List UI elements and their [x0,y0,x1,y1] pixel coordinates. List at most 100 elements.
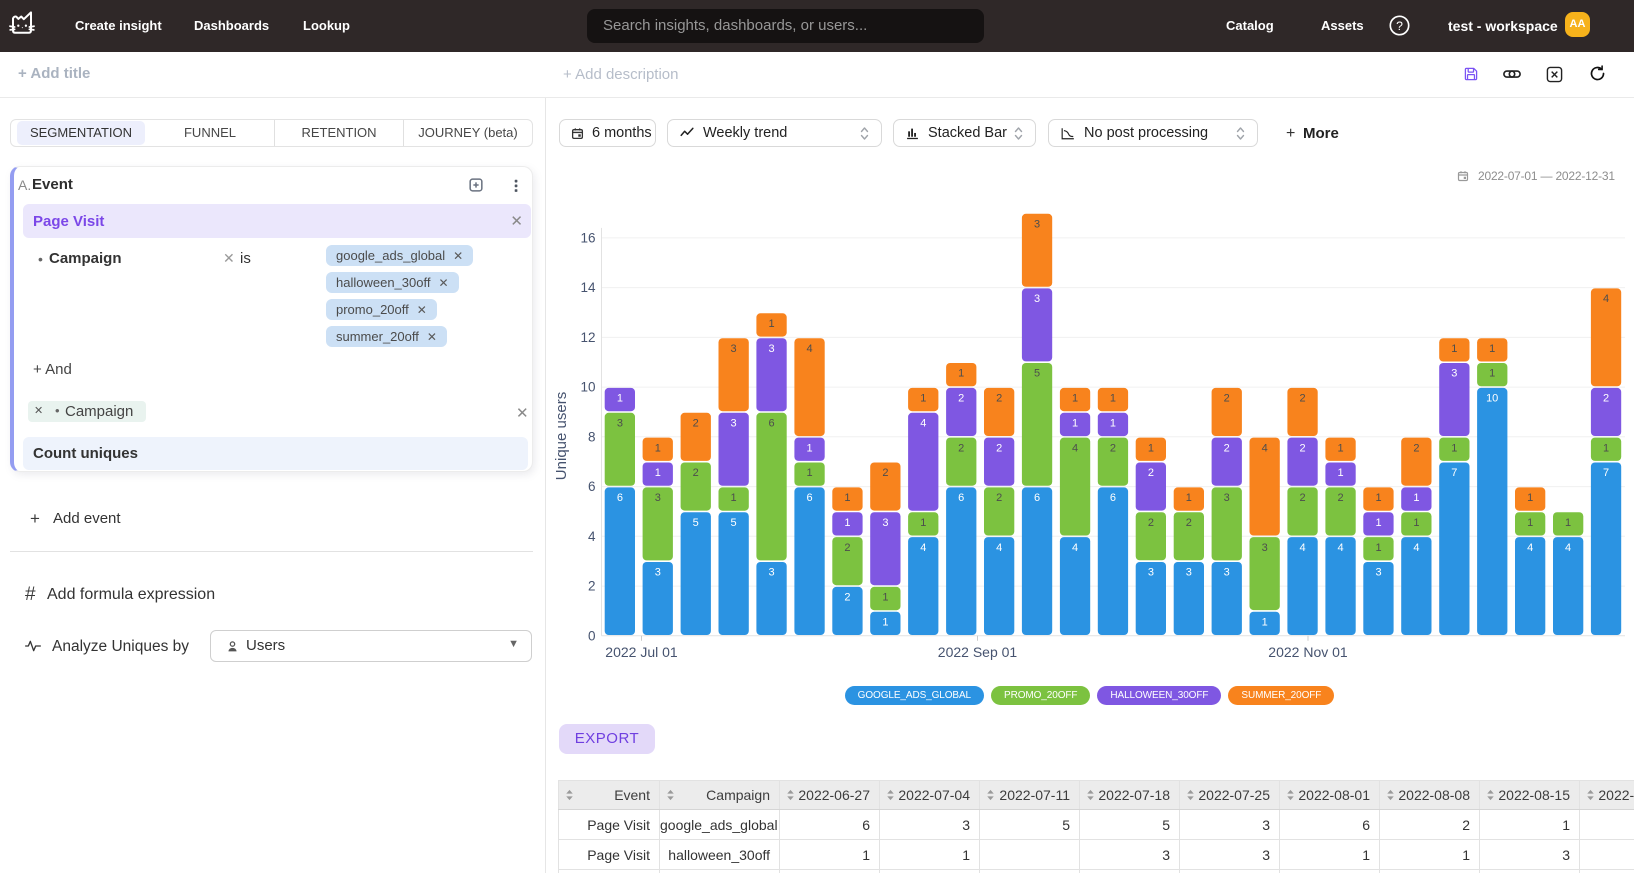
svg-text:2: 2 [958,393,964,405]
svg-text:6: 6 [806,492,812,504]
svg-text:4: 4 [1072,442,1078,454]
svg-text:7: 7 [1603,467,1609,479]
svg-text:2: 2 [588,579,596,594]
svg-text:4: 4 [1072,542,1078,554]
svg-text:1: 1 [1337,442,1343,454]
svg-text:2: 2 [1603,393,1609,405]
svg-text:4: 4 [996,542,1002,554]
svg-text:3: 3 [1262,542,1268,554]
svg-text:6: 6 [617,492,623,504]
svg-text:3: 3 [1034,293,1040,305]
svg-text:2: 2 [958,442,964,454]
svg-text:2: 2 [1224,393,1230,405]
svg-text:1: 1 [1186,492,1192,504]
svg-text:2: 2 [1300,393,1306,405]
svg-text:1: 1 [1110,418,1116,430]
svg-text:Unique users: Unique users [553,392,570,480]
svg-text:3: 3 [731,343,737,355]
svg-text:3: 3 [655,567,661,579]
svg-text:4: 4 [1565,542,1571,554]
svg-text:2: 2 [1413,442,1419,454]
svg-text:1: 1 [1110,393,1116,405]
svg-text:4: 4 [806,343,812,355]
svg-text:2: 2 [882,467,888,479]
svg-text:2: 2 [1300,492,1306,504]
svg-text:16: 16 [580,230,595,245]
svg-text:1: 1 [1527,492,1533,504]
svg-text:4: 4 [920,418,926,430]
svg-text:1: 1 [958,368,964,380]
svg-text:2: 2 [844,592,850,604]
svg-text:2: 2 [693,418,699,430]
svg-text:2: 2 [844,542,850,554]
svg-text:14: 14 [580,280,596,295]
svg-text:?: ? [1396,19,1403,33]
svg-text:5: 5 [693,517,699,529]
svg-text:5: 5 [1034,368,1040,380]
svg-text:3: 3 [617,418,623,430]
svg-text:1: 1 [1262,616,1268,628]
svg-text:3: 3 [1224,492,1230,504]
svg-text:1: 1 [844,517,850,529]
svg-text:1: 1 [655,467,661,479]
svg-text:3: 3 [882,517,888,529]
svg-text:3: 3 [1186,567,1192,579]
svg-text:1: 1 [806,467,812,479]
svg-text:3: 3 [769,343,775,355]
svg-text:1: 1 [1148,442,1154,454]
svg-text:1: 1 [1413,517,1419,529]
svg-text:2: 2 [996,442,1002,454]
svg-text:2: 2 [996,393,1002,405]
svg-text:5: 5 [731,517,737,529]
svg-text:1: 1 [1375,492,1381,504]
svg-text:3: 3 [1375,567,1381,579]
svg-text:1: 1 [769,318,775,330]
svg-text:2: 2 [1186,517,1192,529]
svg-text:3: 3 [731,418,737,430]
svg-text:2: 2 [1224,442,1230,454]
svg-text:3: 3 [1148,567,1154,579]
svg-text:1: 1 [1375,517,1381,529]
svg-text:6: 6 [1034,492,1040,504]
svg-text:6: 6 [769,418,775,430]
svg-text:1: 1 [882,592,888,604]
svg-text:3: 3 [1451,368,1457,380]
svg-text:6: 6 [958,492,964,504]
svg-text:0: 0 [588,628,596,643]
svg-text:2: 2 [693,467,699,479]
svg-text:4: 4 [1413,542,1419,554]
svg-text:3: 3 [1224,567,1230,579]
svg-text:6: 6 [588,479,596,494]
svg-text:8: 8 [588,429,596,444]
svg-text:1: 1 [1565,517,1571,529]
svg-text:2: 2 [996,492,1002,504]
svg-text:1: 1 [920,393,926,405]
svg-text:1: 1 [806,442,812,454]
svg-text:2: 2 [1300,442,1306,454]
svg-text:1: 1 [1072,393,1078,405]
svg-text:12: 12 [580,330,595,345]
svg-text:1: 1 [920,517,926,529]
svg-text:4: 4 [1527,542,1533,554]
svg-text:1: 1 [1527,517,1533,529]
svg-text:1: 1 [1337,467,1343,479]
svg-text:1: 1 [731,492,737,504]
svg-text:1: 1 [844,492,850,504]
svg-text:4: 4 [588,529,596,544]
svg-text:2: 2 [1148,467,1154,479]
svg-text:1: 1 [655,442,661,454]
svg-text:7: 7 [1451,467,1457,479]
svg-text:1: 1 [1375,542,1381,554]
svg-text:3: 3 [655,492,661,504]
svg-text:1: 1 [882,616,888,628]
svg-text:4: 4 [920,542,926,554]
svg-text:1: 1 [1489,368,1495,380]
svg-text:10: 10 [580,380,595,395]
svg-text:1: 1 [1451,442,1457,454]
svg-text:2022 Jul 01: 2022 Jul 01 [605,644,678,660]
svg-text:4: 4 [1603,293,1609,305]
svg-text:4: 4 [1337,542,1343,554]
svg-text:3: 3 [769,567,775,579]
svg-text:6: 6 [1110,492,1116,504]
svg-text:10: 10 [1486,393,1498,405]
